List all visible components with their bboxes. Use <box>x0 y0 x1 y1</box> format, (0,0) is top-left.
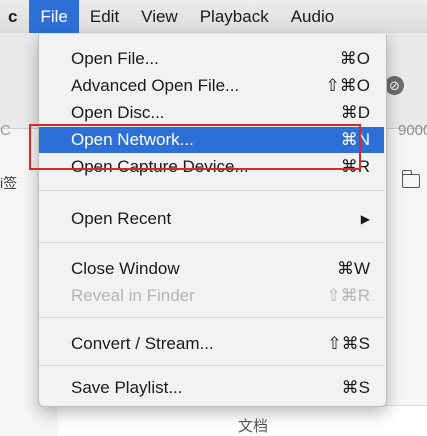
menu-item-shortcut: ⇧⌘O <box>325 76 370 95</box>
menu-bar: c File Edit View Playback Audio <box>0 0 427 34</box>
highlight-annotation-box <box>29 124 361 170</box>
menu-item-label: Close Window <box>71 259 180 278</box>
menu-item-shortcut: ⌘D <box>340 103 370 122</box>
address-bar-fragment: C <box>0 122 11 139</box>
menu-item-label: Convert / Stream... <box>71 334 214 353</box>
menu-item-label: Save Playlist... <box>71 378 183 397</box>
menu-item-open-disc[interactable]: Open Disc... ⌘D <box>39 102 384 124</box>
submenu-arrow-icon: ▶ <box>360 212 370 226</box>
menu-item-label: Open Disc... <box>71 103 165 122</box>
menu-item-label: Reveal in Finder <box>71 286 195 305</box>
menu-item-label: Open Recent <box>71 209 172 228</box>
menu-item-save-playlist[interactable]: Save Playlist... ⌘S <box>39 377 384 399</box>
menu-item-open-recent[interactable]: Open Recent ▶ <box>39 208 384 230</box>
menu-item-open-file[interactable]: Open File... ⌘O <box>39 48 384 70</box>
menu-separator <box>39 365 384 366</box>
menubar-audio[interactable]: Audio <box>280 0 345 33</box>
menubar-app-menu[interactable]: c <box>0 0 29 33</box>
menu-item-advanced-open-file[interactable]: Advanced Open File... ⇧⌘O <box>39 75 384 97</box>
menu-item-label: Advanced Open File... <box>71 76 240 95</box>
folder-icon[interactable] <box>401 170 420 188</box>
menu-separator <box>39 242 384 243</box>
menu-item-label: Open File... <box>71 49 159 68</box>
menu-separator <box>39 190 384 191</box>
documents-label: 文档 <box>238 418 269 435</box>
menu-item-convert-stream[interactable]: Convert / Stream... ⇧⌘S <box>39 333 384 355</box>
menu-item-shortcut: ⇧⌘S <box>327 334 370 353</box>
menu-item-shortcut: ⌘O <box>339 49 370 68</box>
sidebar-text-fragment: i签 <box>0 175 18 191</box>
menu-item-shortcut: ⇧⌘R <box>326 286 370 305</box>
menu-item-close-window[interactable]: Close Window ⌘W <box>39 258 384 280</box>
menu-separator <box>39 317 384 318</box>
menubar-edit[interactable]: Edit <box>79 0 130 33</box>
menu-item-shortcut: ⌘W <box>336 259 370 278</box>
file-menu-dropdown: Open File... ⌘O Advanced Open File... ⇧⌘… <box>38 34 387 407</box>
menubar-view[interactable]: View <box>130 0 189 33</box>
menu-item-shortcut: ⌘S <box>341 378 370 397</box>
menubar-playback[interactable]: Playback <box>189 0 280 33</box>
stop-load-icon[interactable]: ⊘ <box>385 76 404 95</box>
address-number-fragment: 9000 <box>398 122 427 139</box>
menubar-file[interactable]: File <box>29 0 79 33</box>
menu-item-reveal-in-finder: Reveal in Finder ⇧⌘R <box>39 285 384 307</box>
